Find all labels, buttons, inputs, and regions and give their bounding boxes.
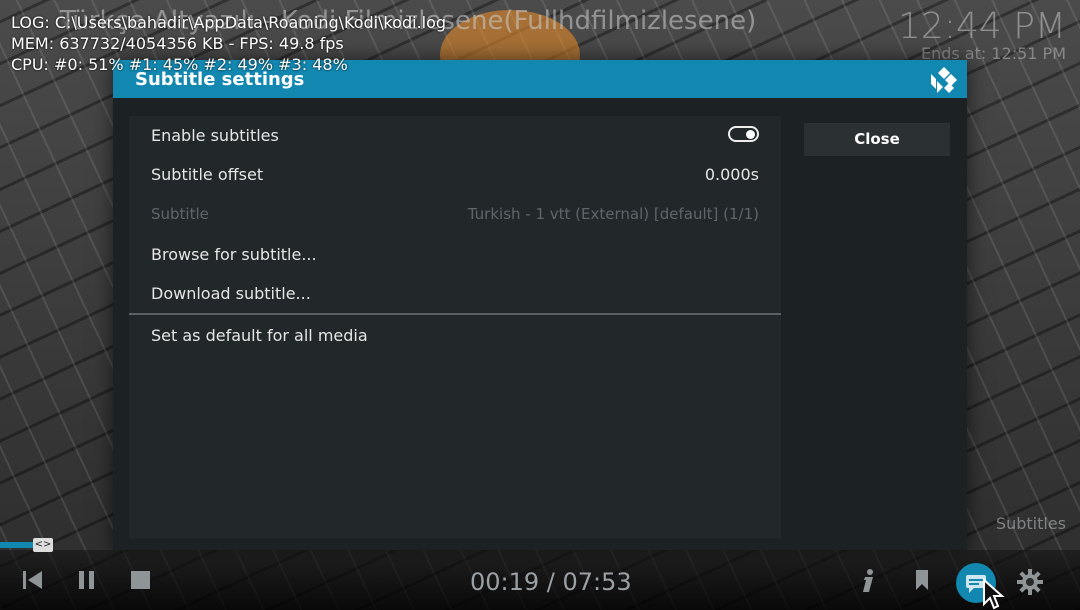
pause-icon[interactable] xyxy=(77,568,97,592)
settings-list: Enable subtitles Subtitle offset 0.000s … xyxy=(129,116,781,538)
setting-label: Subtitle xyxy=(151,205,209,223)
debug-overlay: LOG: C:\Users\bahadir\AppData\Roaming\Ko… xyxy=(11,12,446,75)
kodi-logo-icon xyxy=(931,67,957,93)
bookmark-icon[interactable] xyxy=(914,568,930,592)
debug-cpu-line: CPU: #0: 51% #1: 45% #2: 49% #3: 48% xyxy=(11,55,348,74)
close-button[interactable]: Close xyxy=(804,123,950,156)
playback-time: 00:19 / 07:53 xyxy=(470,568,632,596)
setting-subtitle: Subtitle Turkish - 1 vtt (External) [def… xyxy=(129,195,781,233)
setting-value: 0.000s xyxy=(704,165,759,184)
enable-subtitles-toggle[interactable] xyxy=(728,126,759,142)
setting-download-subtitle[interactable]: Download subtitle... xyxy=(129,274,781,312)
setting-browse-subtitle[interactable]: Browse for subtitle... xyxy=(129,235,781,273)
setting-label: Set as default for all media xyxy=(151,326,368,345)
debug-log-line: LOG: C:\Users\bahadir\AppData\Roaming\Ko… xyxy=(11,13,447,32)
setting-enable-subtitles[interactable]: Enable subtitles xyxy=(129,116,781,154)
info-icon[interactable] xyxy=(860,568,878,594)
mouse-cursor-icon xyxy=(983,578,1005,610)
setting-label: Browse for subtitle... xyxy=(151,245,317,264)
setting-set-default[interactable]: Set as default for all media xyxy=(129,316,781,354)
settings-icon[interactable] xyxy=(1016,568,1044,596)
setting-subtitle-offset[interactable]: Subtitle offset 0.000s xyxy=(129,155,781,193)
toggle-knob xyxy=(746,130,755,139)
setting-label: Enable subtitles xyxy=(151,126,279,145)
subtitle-settings-dialog: Subtitle settings Enable subtitles Subti… xyxy=(113,60,967,550)
skip-back-icon[interactable] xyxy=(22,568,44,592)
setting-label: Download subtitle... xyxy=(151,284,311,303)
debug-mem-line: MEM: 637732/4054356 KB - FPS: 49.8 fps xyxy=(11,34,344,53)
divider xyxy=(129,313,781,315)
setting-label: Subtitle offset xyxy=(151,165,264,184)
stop-icon[interactable] xyxy=(130,568,152,592)
osd-subtitles-label: Subtitles xyxy=(995,514,1066,533)
setting-value: Turkish - 1 vtt (External) [default] (1/… xyxy=(467,205,759,223)
seek-handle[interactable]: <> xyxy=(33,538,53,552)
clock: 12:44 PM xyxy=(898,6,1066,47)
seek-progress-fill xyxy=(0,542,34,548)
